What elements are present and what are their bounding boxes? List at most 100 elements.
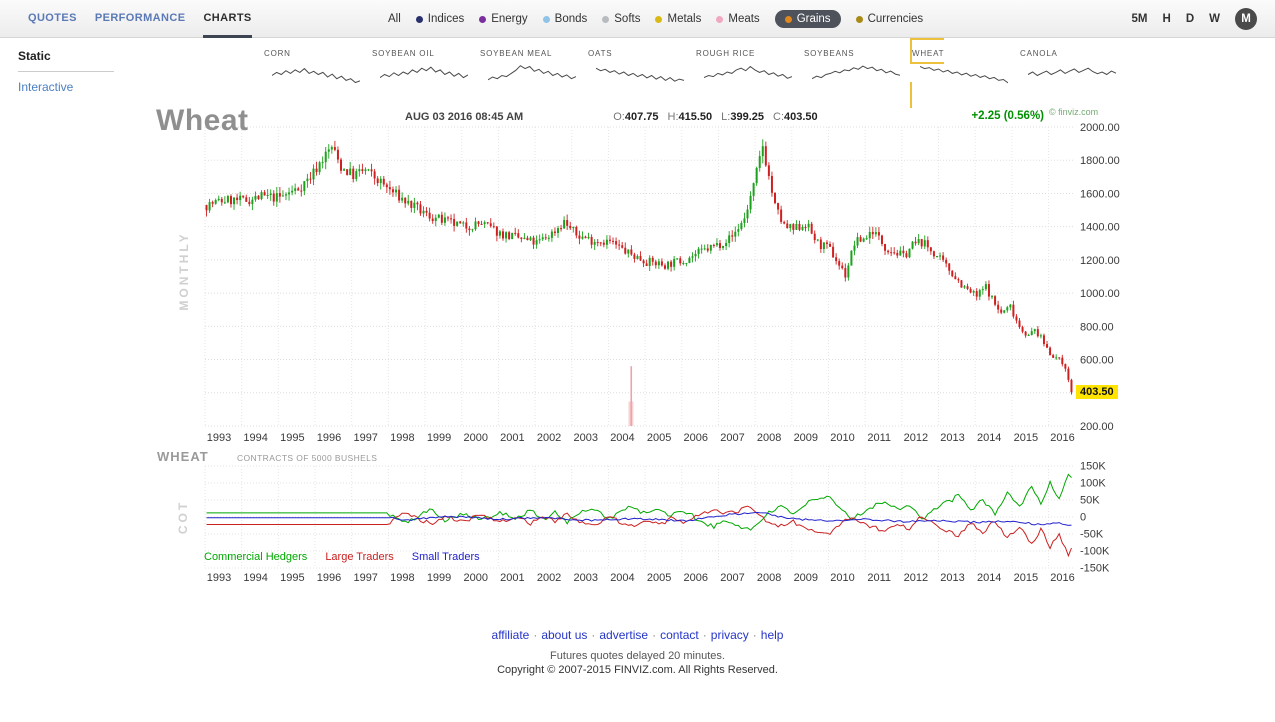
svg-text:2003: 2003 [574, 572, 598, 584]
cot-contract-spec: CONTRACTS OF 5000 BUSHELS [237, 453, 377, 463]
thumbnail-corn[interactable]: CORN [262, 43, 370, 105]
svg-text:1997: 1997 [353, 432, 377, 444]
thumbnail-soybean-meal[interactable]: SOYBEAN MEAL [478, 43, 586, 105]
footer-link-about-us[interactable]: about us [541, 628, 587, 642]
metals-dot-icon [655, 16, 662, 23]
thumbnail-oats-label: OATS [588, 49, 612, 58]
indices-dot-icon [416, 16, 423, 23]
filter-bonds[interactable]: Bonds [543, 13, 588, 25]
rough-rice-sparkline [704, 61, 792, 87]
svg-text:2006: 2006 [684, 572, 708, 584]
svg-text:2011: 2011 [867, 432, 891, 444]
footer-link-affiliate[interactable]: affiliate [492, 628, 530, 642]
svg-text:2013: 2013 [940, 432, 964, 444]
ohlc-open: O:407.75 [613, 111, 658, 123]
filter-indices-label: Indices [428, 13, 464, 25]
footer-link-privacy[interactable]: privacy [711, 628, 749, 642]
tab-quotes[interactable]: QUOTES [28, 0, 77, 38]
svg-text:1999: 1999 [427, 572, 451, 584]
svg-text:1000.00: 1000.00 [1080, 288, 1120, 300]
timeframe-axis-label: MONTHLY [177, 226, 191, 316]
footer-separator: · [753, 628, 757, 642]
svg-text:1995: 1995 [280, 572, 304, 584]
legend-large-traders: Large Traders [325, 551, 393, 563]
thumbnail-rough-rice-box: ROUGH RICE [694, 38, 802, 108]
cot-section-title: WHEAT [157, 449, 209, 464]
svg-text:1400.00: 1400.00 [1080, 222, 1120, 234]
bonds-dot-icon [543, 16, 550, 23]
svg-text:2016: 2016 [1050, 572, 1074, 584]
meats-dot-icon [716, 16, 723, 23]
filter-energy[interactable]: Energy [479, 13, 527, 25]
thumbnail-soybean-oil[interactable]: SOYBEAN OIL [370, 43, 478, 105]
thumbnail-wheat[interactable]: WHEAT [910, 43, 1018, 105]
svg-text:2007: 2007 [720, 432, 744, 444]
svg-text:2015: 2015 [1014, 572, 1038, 584]
thumbnail-corn-label: CORN [264, 49, 291, 58]
footer-link-advertise[interactable]: advertise [599, 628, 648, 642]
svg-text:800.00: 800.00 [1080, 321, 1114, 333]
price-change: +2.25 (0.56%) [952, 110, 1044, 122]
wheat-sparkline [920, 61, 1008, 87]
filter-indices[interactable]: Indices [416, 13, 464, 25]
svg-text:1994: 1994 [243, 432, 267, 444]
timeframe-5m[interactable]: 5M [1132, 13, 1148, 25]
thumbnail-soybean-meal-box: SOYBEAN MEAL [478, 38, 586, 108]
filter-grains-label: Grains [797, 13, 831, 25]
filter-softs[interactable]: Softs [602, 13, 640, 25]
high-value: 415.50 [679, 111, 713, 123]
contract-thumbnails: CORN SOYBEAN OIL SOYBEAN MEAL OATS ROUGH… [262, 43, 1126, 105]
ohlc-low: L:399.25 [721, 111, 764, 123]
footer-separator: · [703, 628, 707, 642]
close-value: 403.50 [784, 111, 818, 123]
timeframe-hourly[interactable]: H [1163, 13, 1171, 25]
filter-meats-label: Meats [728, 13, 759, 25]
legend-small-traders: Small Traders [412, 551, 480, 563]
chart-header: AUG 03 2016 08:45 AM O:407.75 H:415.50 L… [405, 111, 827, 123]
timeframe-daily[interactable]: D [1186, 13, 1194, 25]
thumbnail-soybeans[interactable]: SOYBEANS [802, 43, 910, 105]
svg-text:2002: 2002 [537, 432, 561, 444]
tab-performance[interactable]: PERFORMANCE [95, 0, 186, 38]
svg-text:2003: 2003 [574, 432, 598, 444]
svg-text:600.00: 600.00 [1080, 355, 1114, 367]
svg-text:2008: 2008 [757, 572, 781, 584]
footer-link-contact[interactable]: contact [660, 628, 699, 642]
svg-text:2011: 2011 [867, 572, 891, 584]
footer-links: affiliate · about us · advertise · contact · pri… [0, 628, 1275, 642]
softs-dot-icon [602, 16, 609, 23]
svg-text:1200.00: 1200.00 [1080, 255, 1120, 267]
svg-text:-100K: -100K [1080, 546, 1110, 558]
svg-text:1999: 1999 [427, 432, 451, 444]
filter-grains[interactable]: Grains [775, 10, 841, 28]
filter-meats[interactable]: Meats [716, 13, 759, 25]
finviz-watermark: © finviz.com [1049, 107, 1098, 117]
svg-text:150K: 150K [1080, 461, 1106, 473]
last-price-badge: 403.50 [1076, 385, 1118, 399]
filter-all[interactable]: All [388, 13, 401, 25]
low-label: L: [721, 111, 730, 123]
filter-metals[interactable]: Metals [655, 13, 701, 25]
svg-text:2007: 2007 [720, 572, 744, 584]
filter-currencies[interactable]: Currencies [856, 13, 924, 25]
thumbnail-soybeans-label: SOYBEANS [804, 49, 854, 58]
high-label: H: [668, 111, 679, 123]
thumbnail-canola[interactable]: CANOLA [1018, 43, 1126, 105]
footer-link-help[interactable]: help [761, 628, 784, 642]
timeframe-monthly[interactable]: M [1235, 8, 1257, 30]
thumbnail-oats[interactable]: OATS [586, 43, 694, 105]
thumbnail-rough-rice[interactable]: ROUGH RICE [694, 43, 802, 105]
oats-sparkline [596, 61, 684, 87]
tab-charts[interactable]: CHARTS [203, 0, 251, 38]
sidebar-item-interactive[interactable]: Interactive [18, 80, 138, 94]
timeframe-weekly[interactable]: W [1209, 13, 1220, 25]
soybean-oil-sparkline [380, 61, 468, 87]
filter-all-label: All [388, 13, 401, 25]
sidebar-item-static[interactable]: Static [18, 49, 114, 72]
footer-separator: · [591, 628, 595, 642]
svg-text:2002: 2002 [537, 572, 561, 584]
svg-text:-50K: -50K [1080, 529, 1104, 541]
footer-separator: · [652, 628, 656, 642]
thumbnail-wheat-label: WHEAT [912, 49, 944, 58]
svg-text:1995: 1995 [280, 432, 304, 444]
